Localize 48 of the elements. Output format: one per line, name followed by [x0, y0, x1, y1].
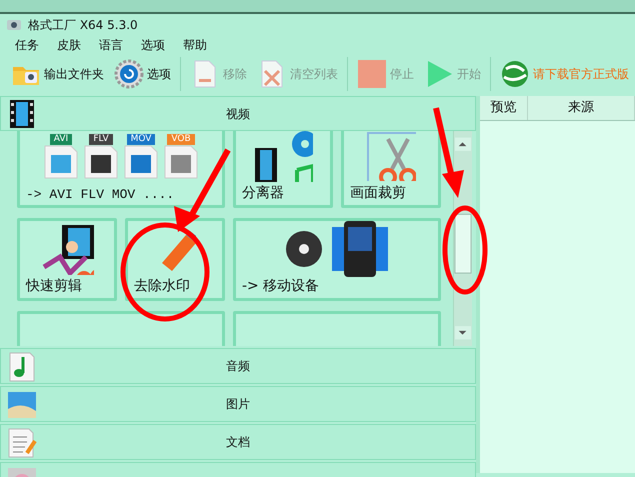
app-icon: [6, 17, 22, 33]
format-tag: VOB: [167, 134, 195, 145]
category-row[interactable]: 图片: [0, 386, 476, 422]
category-label: 图片: [226, 396, 250, 413]
video-file-icon: [83, 144, 119, 179]
tile-label: 快速剪辑: [26, 277, 83, 296]
stop-icon: [357, 59, 387, 89]
menu-item[interactable]: 任务: [6, 36, 48, 52]
menu-item[interactable]: 皮肤: [48, 36, 90, 52]
tile-label: 分离器: [242, 184, 285, 203]
tile-label: -> AVI FLV MOV ....: [26, 186, 176, 204]
tool-tile[interactable]: 画面裁剪: [341, 131, 441, 208]
menu-item[interactable]: 语言: [90, 36, 132, 52]
video-file-icon: [123, 144, 159, 179]
film-reel-note-drawing: [253, 131, 313, 182]
format-tag: MOV: [126, 134, 156, 145]
category-row[interactable]: 文档: [0, 424, 476, 460]
music-note-icon: [7, 351, 37, 383]
category-label: 文档: [226, 434, 250, 451]
tool-tile[interactable]: 快速剪辑: [17, 218, 117, 301]
landscape-picture-icon: [7, 389, 37, 421]
toolbar-button[interactable]: 选项: [109, 59, 176, 89]
tool-tile[interactable]: -> 移动设备: [233, 218, 441, 301]
globe-icon: [500, 59, 530, 89]
document-pencil-icon: [7, 427, 37, 459]
runner-scissors-drawing: [40, 222, 94, 274]
format-tag: AVI: [50, 134, 72, 145]
toolbar-button[interactable]: 输出文件夹: [6, 59, 109, 89]
scissors-icon: [366, 131, 416, 180]
video-file-icon: [43, 144, 79, 179]
tool-tile[interactable]: 分离器: [233, 131, 333, 208]
video-file-icon: [163, 144, 199, 179]
menu-item[interactable]: 选项: [132, 36, 174, 52]
format-tag: FLV: [89, 134, 113, 145]
tile-label: -> 移动设备: [242, 277, 320, 296]
section-header[interactable]: 视频: [0, 96, 476, 131]
tile-label: 去除水印: [134, 277, 191, 296]
tile-label: 画面裁剪: [350, 184, 407, 203]
category-row[interactable]: 音频: [0, 348, 476, 384]
window-title: 格式工厂 X64 5.3.0: [28, 17, 138, 34]
category-label: 音频: [226, 358, 250, 375]
section-title: 视频: [226, 106, 250, 122]
menu-item[interactable]: 帮助: [174, 36, 216, 52]
tool-tile[interactable]: AVI FLV MOV VOB -> AVI FLV MOV ....: [17, 131, 225, 208]
settings-icon: [114, 59, 144, 89]
column-header[interactable]: 预览: [480, 96, 528, 120]
film-icon: [9, 99, 35, 129]
column-header[interactable]: 来源: [528, 96, 635, 120]
